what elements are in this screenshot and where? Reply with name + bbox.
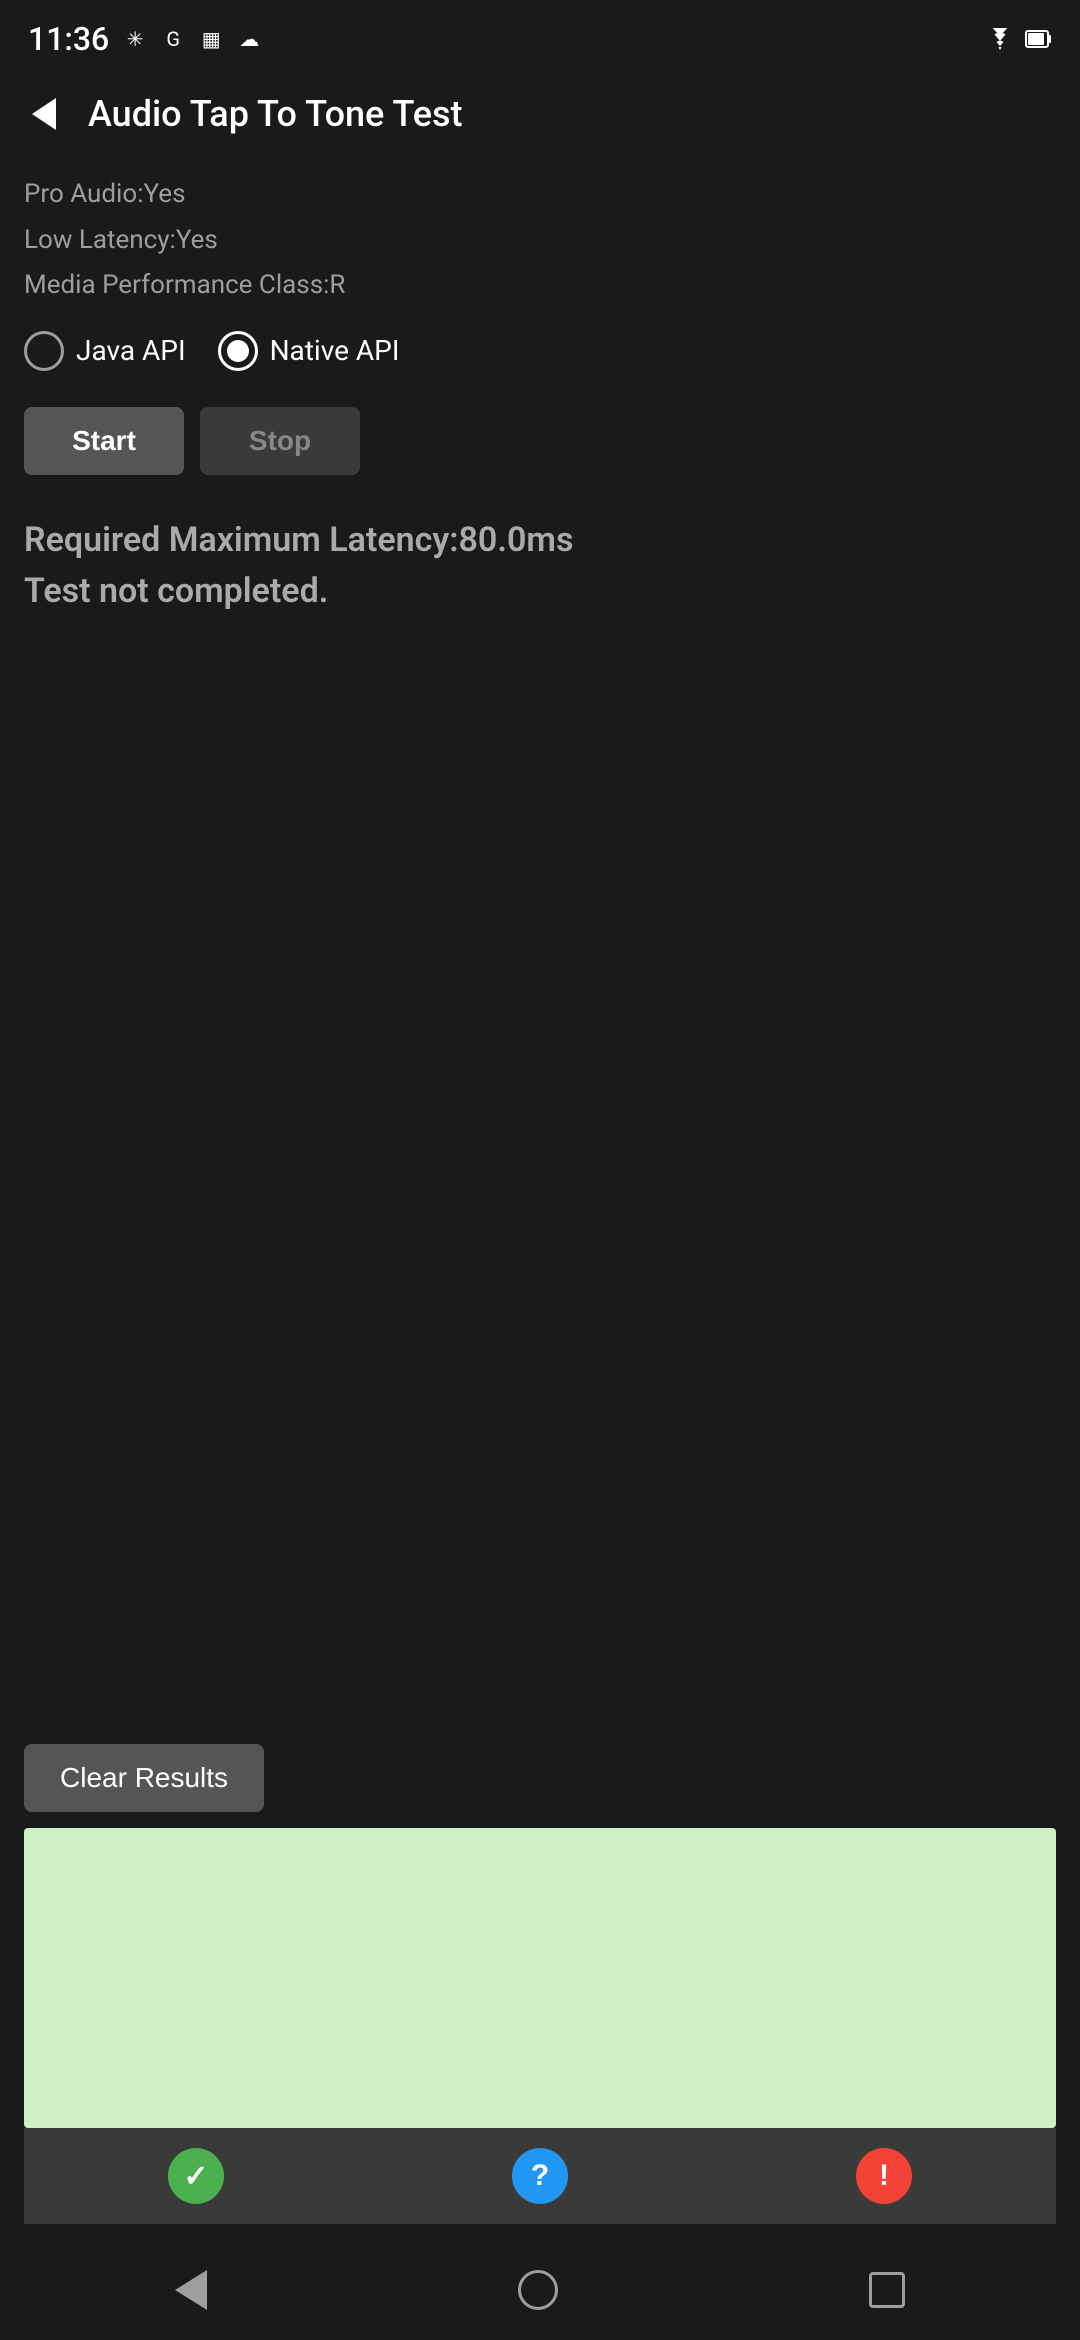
status-bar-right [986,25,1052,53]
toolbar: Audio Tap To Tone Test [0,70,1080,158]
native-api-label: Native API [270,334,400,367]
pass-button[interactable]: ✓ [24,2128,368,2224]
low-latency-label: Low Latency:Yes [24,220,1056,262]
result-display-box [24,1828,1056,2128]
question-icon: ? [512,2148,568,2204]
back-button[interactable] [24,90,64,138]
checkmark-icon: ✓ [168,2148,224,2204]
api-radio-group: Java API Native API [24,331,1056,371]
back-arrow-icon [32,98,56,130]
page-title: Audio Tap To Tone Test [88,93,463,135]
action-button-row: Start Stop [24,407,1056,475]
completion-status-line: Test not completed. [24,566,1056,617]
nav-back-icon [175,2270,207,2310]
nav-recents-button[interactable] [859,2262,915,2318]
info-button[interactable]: ? [368,2128,712,2224]
status-bar: 11:36 ✳ G ▦ ☁ [0,0,1080,70]
java-api-option[interactable]: Java API [24,331,186,371]
java-api-radio[interactable] [24,331,64,371]
status-bar-left: 11:36 ✳ G ▦ ☁ [28,20,263,58]
stop-button[interactable]: Stop [200,407,360,475]
nav-home-button[interactable] [508,2260,568,2320]
latency-status-line: Required Maximum Latency:80.0ms [24,515,1056,566]
calendar-icon: ▦ [197,25,225,53]
java-api-label: Java API [76,334,186,367]
media-performance-label: Media Performance Class:R [24,265,1056,307]
wifi-icon [986,25,1014,53]
status-time: 11:36 [28,20,109,58]
status-text-area: Required Maximum Latency:80.0ms Test not… [24,515,1056,617]
nav-bar [0,2240,1080,2340]
start-button[interactable]: Start [24,407,184,475]
content-area: Pro Audio:Yes Low Latency:Yes Media Perf… [0,158,1080,2240]
nav-recents-icon [869,2272,905,2308]
google-icon: G [159,25,187,53]
battery-icon [1024,25,1052,53]
pro-audio-label: Pro Audio:Yes [24,174,1056,216]
native-api-option[interactable]: Native API [218,331,400,371]
status-icons: ✳ G ▦ ☁ [121,25,263,53]
exclamation-icon: ! [856,2148,912,2204]
fan-icon: ✳ [121,25,149,53]
clear-results-button[interactable]: Clear Results [24,1744,264,1812]
cloud-icon: ☁ [235,25,263,53]
icon-button-row: ✓ ? ! [24,2128,1056,2224]
warning-button[interactable]: ! [712,2128,1056,2224]
nav-back-button[interactable] [165,2260,217,2320]
nav-home-icon [518,2270,558,2310]
native-api-radio[interactable] [218,331,258,371]
